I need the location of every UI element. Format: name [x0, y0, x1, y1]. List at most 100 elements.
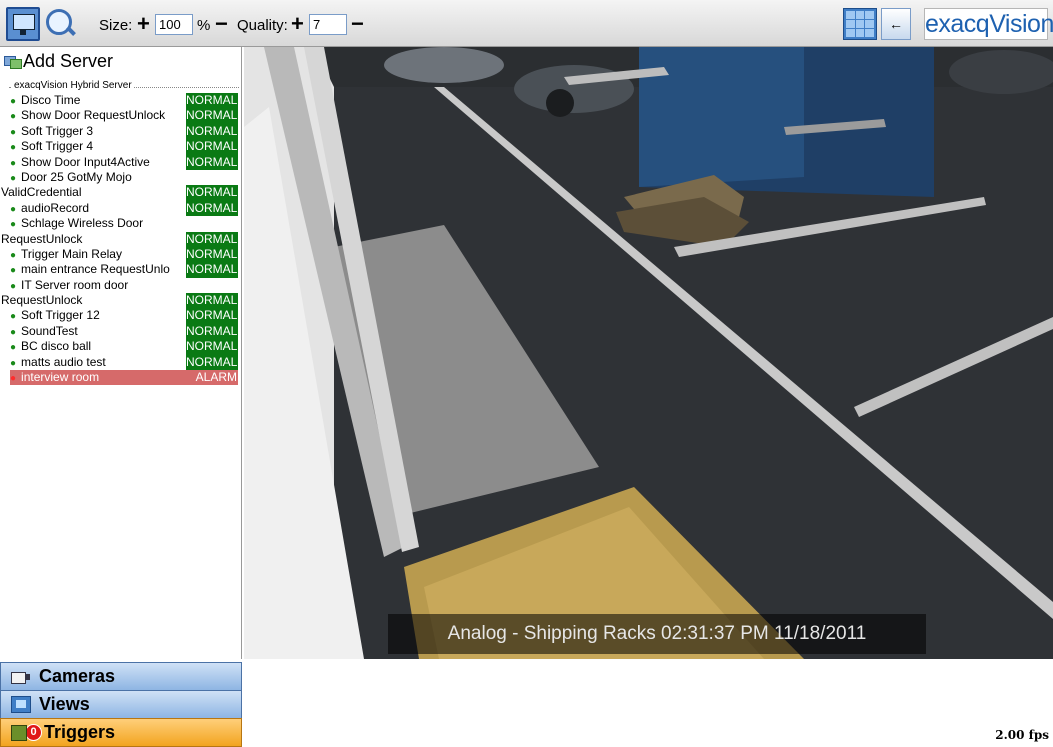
- trigger-icon: [11, 724, 27, 741]
- size-decrease-button[interactable]: −: [215, 11, 228, 37]
- trigger-name-text: matts audio test: [21, 354, 106, 369]
- trigger-status-badge: NORMAL: [186, 246, 238, 263]
- trigger-row[interactable]: RequestUnlock NORMAL: [1, 293, 238, 309]
- trigger-row[interactable]: ● matts audio test NORMAL: [10, 354, 238, 371]
- trigger-alarm-badge: 0: [25, 724, 42, 741]
- status-dot-icon: ●: [10, 126, 17, 138]
- nav-views-label: Views: [39, 694, 90, 714]
- size-label: Size:: [99, 17, 133, 34]
- trigger-name-text: Show Door RequestUnlock: [21, 108, 166, 123]
- status-dot-icon: ●: [10, 280, 17, 292]
- status-dot-icon: ●: [10, 142, 17, 154]
- add-server-label: Add Server: [23, 50, 114, 71]
- views-monitor-icon: [11, 696, 31, 713]
- quality-input[interactable]: [309, 14, 347, 35]
- trigger-status-badge: NORMAL: [186, 108, 238, 124]
- trigger-row[interactable]: ● Show Door Input4Active NORMAL: [10, 154, 238, 171]
- size-input[interactable]: [155, 14, 193, 35]
- trigger-name-text: interview room: [21, 370, 100, 385]
- trigger-list: ● Disco Time NORMAL ● Show Door RequestUnloc…: [1, 93, 238, 386]
- trigger-status-badge: ALARM: [186, 370, 238, 386]
- trigger-name: ValidCredential: [1, 185, 177, 200]
- trigger-name-text: Show Door Input4Active: [21, 154, 150, 169]
- trigger-status-badge: NORMAL: [186, 139, 238, 155]
- trigger-name-text: Trigger Main Relay: [21, 246, 122, 261]
- trigger-name-text: Soft Trigger 12: [21, 308, 100, 323]
- trigger-row[interactable]: ● BC disco ball NORMAL: [10, 339, 238, 355]
- trigger-status-badge: NORMAL: [186, 123, 238, 140]
- trigger-name-text: Soft Trigger 3: [21, 123, 94, 138]
- trigger-row[interactable]: ● SoundTest NORMAL: [10, 323, 238, 340]
- trigger-name-text: Soft Trigger 4: [21, 139, 94, 154]
- status-dot-icon: ●: [10, 249, 17, 261]
- trigger-name-text: ValidCredential: [1, 185, 82, 200]
- search-magnifier-icon[interactable]: [43, 7, 77, 41]
- size-increase-button[interactable]: +: [137, 11, 150, 37]
- trigger-name: ● Show Door Input4Active: [10, 155, 186, 171]
- trigger-name: RequestUnlock: [1, 232, 177, 247]
- quality-increase-button[interactable]: +: [291, 11, 304, 37]
- trigger-status-badge: NORMAL: [186, 323, 238, 340]
- top-toolbar: Size: + % − Quality: + − ← exacqVision: [0, 0, 1053, 47]
- trigger-name-text: Schlage Wireless Door: [21, 216, 144, 231]
- status-dot-icon: ●: [10, 342, 17, 354]
- trigger-name: RequestUnlock: [1, 293, 177, 308]
- trigger-name-text: SoundTest: [21, 323, 78, 338]
- trigger-row[interactable]: ● interview room ALARM: [10, 370, 238, 386]
- status-dot-icon: ●: [10, 157, 17, 169]
- fps-readout: 2.00 fps: [995, 728, 1049, 742]
- trigger-row[interactable]: ● Soft Trigger 3 NORMAL: [10, 123, 238, 140]
- layout-grid-icon[interactable]: [843, 8, 877, 40]
- trigger-name: ● Trigger Main Relay: [10, 247, 186, 263]
- trigger-row[interactable]: ● Show Door RequestUnlock NORMAL: [10, 108, 238, 124]
- camera-video-view[interactable]: Analog - Shipping Racks 02:31:37 PM 11/1…: [244, 47, 1053, 659]
- trigger-status-badge: NORMAL: [186, 185, 238, 201]
- trigger-name: ● Show Door RequestUnlock: [10, 108, 186, 124]
- triggers-panel: Add Server exacqVision Hybrid Server ● Di…: [0, 47, 242, 659]
- trigger-name-text: BC disco ball: [21, 339, 92, 354]
- nav-triggers[interactable]: 0 Triggers: [0, 718, 242, 747]
- trigger-status-badge: NORMAL: [186, 262, 238, 278]
- trigger-row[interactable]: RequestUnlock NORMAL: [1, 231, 238, 247]
- status-dot-icon: ●: [10, 219, 17, 231]
- trigger-row[interactable]: ● Door 25 GotMy Mojo: [10, 170, 238, 185]
- trigger-row[interactable]: ● Soft Trigger 4 NORMAL: [10, 139, 238, 155]
- trigger-row[interactable]: ● Disco Time NORMAL: [10, 93, 238, 109]
- trigger-name-text: main entrance RequestUnlo: [21, 262, 170, 277]
- trigger-status-badge: NORMAL: [186, 200, 238, 217]
- trigger-row[interactable]: ● Trigger Main Relay NORMAL: [10, 246, 238, 263]
- trigger-name-text: RequestUnlock: [1, 231, 83, 246]
- quality-label: Quality:: [237, 17, 288, 34]
- live-view-monitor-icon[interactable]: [6, 7, 40, 41]
- status-dot-icon: ●: [10, 172, 17, 184]
- trigger-status-badge: NORMAL: [186, 308, 238, 324]
- trigger-row[interactable]: ValidCredential NORMAL: [1, 185, 238, 201]
- status-dot-icon: ●: [10, 265, 17, 277]
- trigger-name: ● IT Server room door: [10, 278, 186, 294]
- trigger-name: ● Soft Trigger 3: [10, 124, 186, 140]
- trigger-row[interactable]: ● main entrance RequestUnlo NORMAL: [10, 262, 238, 278]
- status-dot-icon: ●: [10, 111, 17, 123]
- trigger-name-text: Door 25 GotMy Mojo: [21, 169, 132, 184]
- add-server-link[interactable]: Add Server: [4, 50, 113, 72]
- trigger-name: ● Soft Trigger 12: [10, 308, 186, 324]
- trigger-name: ● Soft Trigger 4: [10, 139, 186, 155]
- trigger-row[interactable]: ● audioRecord NORMAL: [10, 200, 238, 217]
- trigger-status-badge: NORMAL: [186, 93, 238, 109]
- trigger-name: ● Schlage Wireless Door: [10, 216, 186, 232]
- trigger-name: ● Disco Time: [10, 93, 186, 109]
- parking-lot-video-frame: [244, 47, 1053, 659]
- video-timestamp-overlay: Analog - Shipping Racks 02:31:37 PM 11/1…: [388, 614, 926, 654]
- quality-decrease-button[interactable]: −: [351, 11, 364, 37]
- trigger-row[interactable]: ● IT Server room door: [10, 278, 238, 293]
- trigger-name-text: audioRecord: [21, 200, 90, 215]
- trigger-row[interactable]: ● Schlage Wireless Door: [10, 216, 238, 231]
- status-dot-icon: ●: [10, 373, 17, 385]
- nav-cameras[interactable]: Cameras: [0, 662, 242, 691]
- nav-views[interactable]: Views: [0, 690, 242, 719]
- trigger-row[interactable]: ● Soft Trigger 12 NORMAL: [10, 308, 238, 324]
- status-dot-icon: ●: [10, 203, 17, 215]
- nav-triggers-label: Triggers: [44, 722, 116, 742]
- back-arrow-button[interactable]: ←: [881, 8, 911, 40]
- trigger-name-text: RequestUnlock: [1, 293, 83, 308]
